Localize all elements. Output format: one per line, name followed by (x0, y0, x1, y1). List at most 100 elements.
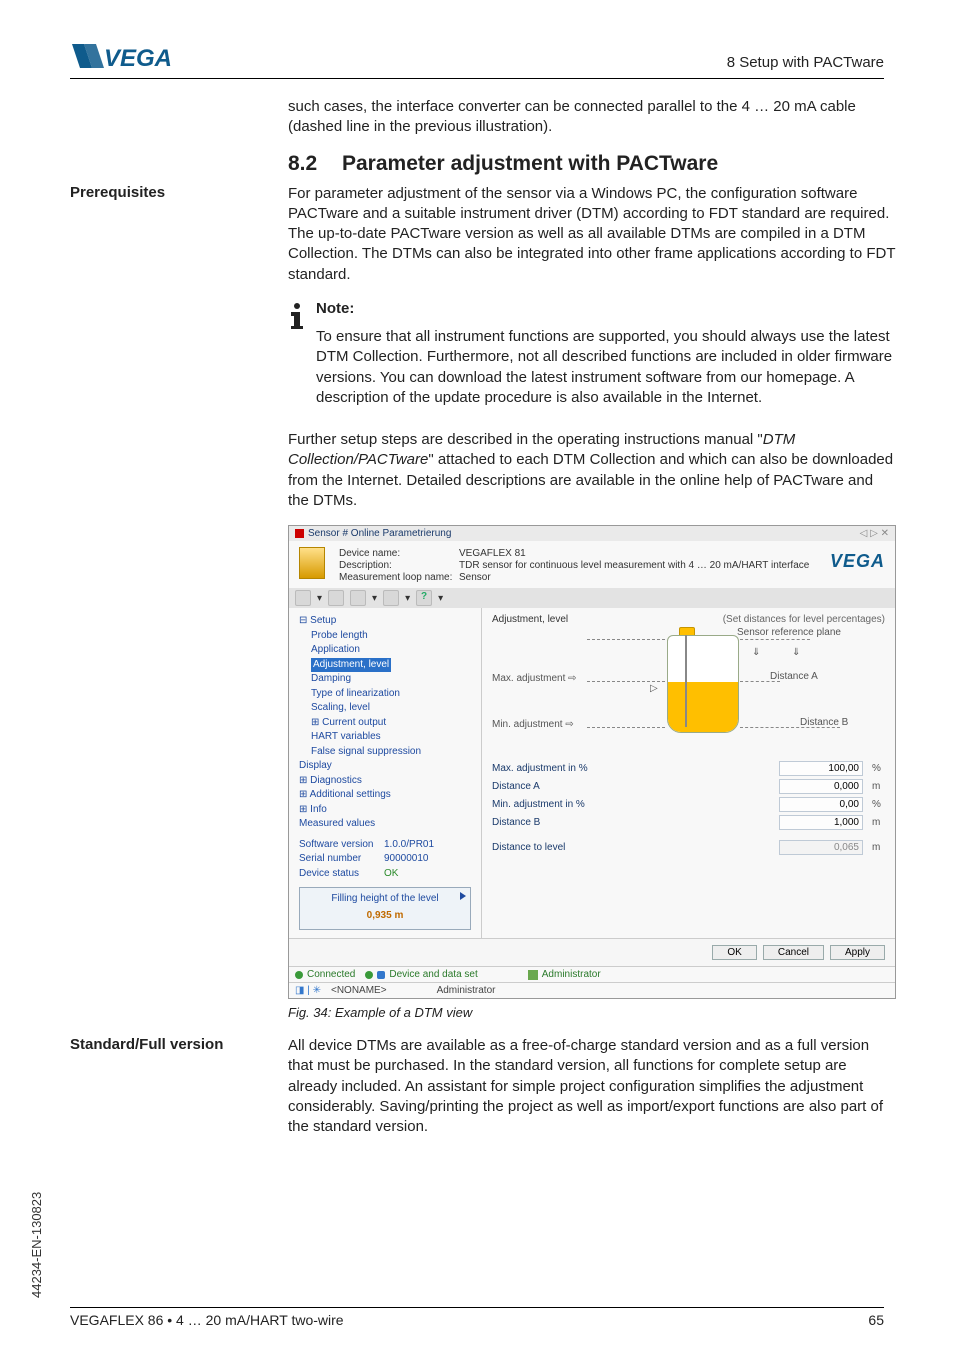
tree-item-scaling[interactable]: Scaling, level (295, 701, 475, 716)
distance-a-field-label: Distance A (492, 781, 779, 792)
sidebar-prerequisites: Prerequisites (70, 184, 260, 1037)
prerequisites-body: For parameter adjustment of the sensor v… (288, 184, 896, 285)
tree-item-false-signal[interactable]: False signal suppression (295, 745, 475, 760)
svg-text:VEGA: VEGA (104, 45, 172, 72)
section-title: Parameter adjustment with PACTware (342, 152, 718, 176)
unit: % (869, 799, 885, 810)
min-adj-pct-label: Min. adjustment in % (492, 799, 779, 810)
description-value: TDR sensor for continuous level measurem… (459, 560, 816, 571)
footer-left: VEGAFLEX 86 • 4 … 20 mA/HART two-wire (70, 1312, 344, 1328)
window-titlebar: Sensor # Online Parametrierung ◁ ▷ ✕ (289, 526, 895, 541)
distance-b-field-label: Distance B (492, 817, 779, 828)
doc-id-rotated: 44234-EN-130823 (29, 1192, 44, 1298)
tree-item-current-output[interactable]: Current output (322, 717, 386, 728)
status-admin2: Administrator (437, 985, 496, 996)
filling-height-panel[interactable]: Filling height of the level 0,935 m (299, 887, 471, 930)
db-icon (377, 971, 385, 979)
ok-button[interactable]: OK (712, 945, 756, 960)
device-name: VEGAFLEX 81 (459, 548, 816, 559)
filling-height-value: 0,935 m (304, 909, 466, 924)
note-block: Note: To ensure that all instrument func… (288, 299, 896, 416)
sw-version-label: Software version (299, 838, 384, 853)
note-title: Note: (316, 299, 896, 319)
toolbar: ▾ ▾ ▾ ?▾ (289, 588, 895, 608)
note-body: To ensure that all instrument functions … (316, 327, 896, 408)
toolbar-button[interactable] (328, 590, 344, 606)
tree-item-application[interactable]: Application (295, 643, 475, 658)
description-label: Description: (339, 560, 459, 571)
status-connected: Connected (307, 969, 355, 980)
distance-a-label: Distance A (770, 671, 818, 682)
device-status: OK (384, 867, 475, 882)
device-status-label: Device status (299, 867, 384, 882)
tree-item-linearization[interactable]: Type of linearization (295, 687, 475, 702)
panel-subtitle: (Set distances for level percentages) (723, 614, 885, 625)
tree-setup[interactable]: Setup (310, 615, 336, 626)
apply-button[interactable]: Apply (830, 945, 885, 960)
unit: m (869, 817, 885, 828)
tree-diagnostics[interactable]: Diagnostics (310, 775, 362, 786)
window-title: Sensor # Online Parametrierung (308, 528, 451, 539)
sensor-icon (299, 547, 325, 579)
serial-number-label: Serial number (299, 852, 384, 867)
toolbar-button[interactable] (350, 590, 366, 606)
intro-paragraph: such cases, the interface converter can … (288, 97, 896, 138)
serial-number: 90000010 (384, 852, 475, 867)
info-icon (288, 299, 306, 416)
tree-item-adjustment-level[interactable]: Adjustment, level (311, 658, 391, 673)
window-app-icon (295, 529, 304, 538)
help-button[interactable]: ? (416, 590, 432, 606)
loop-label: Measurement loop name: (339, 572, 459, 583)
ref-plane-label: Sensor reference plane (737, 627, 841, 638)
page-footer: VEGAFLEX 86 • 4 … 20 mA/HART two-wire 65 (70, 1307, 884, 1328)
user-icon (528, 970, 538, 980)
distance-to-level-input (779, 840, 863, 855)
filling-height-label: Filling height of the level (304, 892, 466, 907)
tree-measured[interactable]: Measured values (295, 817, 475, 832)
status-noname: <NONAME> (331, 985, 387, 996)
unit: m (869, 781, 885, 792)
standard-full-body: All device DTMs are available as a free-… (288, 1036, 896, 1137)
vega-brand: VEGA (830, 547, 885, 572)
device-name-label: Device name: (339, 548, 459, 559)
cancel-button[interactable]: Cancel (763, 945, 824, 960)
max-adj-pct-label: Max. adjustment in % (492, 763, 779, 774)
tree-info[interactable]: Info (310, 804, 327, 815)
tree-additional[interactable]: Additional settings (310, 789, 391, 800)
max-adjustment-label: Max. adjustment (492, 673, 565, 684)
nav-tree: ⊟ Setup Probe length Application Adjustm… (289, 608, 482, 938)
unit: % (869, 763, 885, 774)
min-adjustment-label: Min. adjustment (492, 719, 563, 730)
tree-item-probe-length[interactable]: Probe length (295, 629, 475, 644)
tree-item-hart[interactable]: HART variables (295, 730, 475, 745)
section-number: 8.2 (288, 152, 324, 176)
further-paragraph: Further setup steps are described in the… (288, 430, 896, 511)
panel-title: Adjustment, level (492, 614, 568, 625)
header-breadcrumb: 8 Setup with PACTware (727, 40, 884, 71)
section-heading: 8.2 Parameter adjustment with PACTware (288, 152, 896, 176)
sw-version: 1.0.0/PR01 (384, 838, 475, 853)
connected-icon (295, 971, 303, 979)
sidebar-standard-full: Standard/Full version (70, 1036, 260, 1151)
figure-caption: Fig. 34: Example of a DTM view (288, 1005, 896, 1020)
sync-icon (365, 971, 373, 979)
distance-b-label: Distance B (800, 717, 848, 728)
adjustment-diagram: Sensor reference plane Distance A Distan… (492, 633, 885, 753)
expand-icon (460, 892, 466, 900)
min-adj-pct-input[interactable] (779, 797, 863, 812)
toolbar-button[interactable] (295, 590, 311, 606)
footer-page-number: 65 (868, 1312, 884, 1328)
status-admin: Administrator (542, 969, 601, 980)
toolbar-button[interactable] (383, 590, 399, 606)
distance-b-input[interactable] (779, 815, 863, 830)
tree-display[interactable]: Display (295, 759, 475, 774)
max-adj-pct-input[interactable] (779, 761, 863, 776)
distance-a-input[interactable] (779, 779, 863, 794)
unit: m (869, 842, 885, 853)
dtm-screenshot: Sensor # Online Parametrierung ◁ ▷ ✕ Dev… (288, 525, 896, 1020)
page-header: VEGA 8 Setup with PACTware (70, 40, 884, 79)
loop-value: Sensor (459, 572, 816, 583)
vega-logo: VEGA (70, 40, 190, 74)
tree-item-damping[interactable]: Damping (295, 672, 475, 687)
window-tab-controls[interactable]: ◁ ▷ ✕ (860, 528, 889, 539)
